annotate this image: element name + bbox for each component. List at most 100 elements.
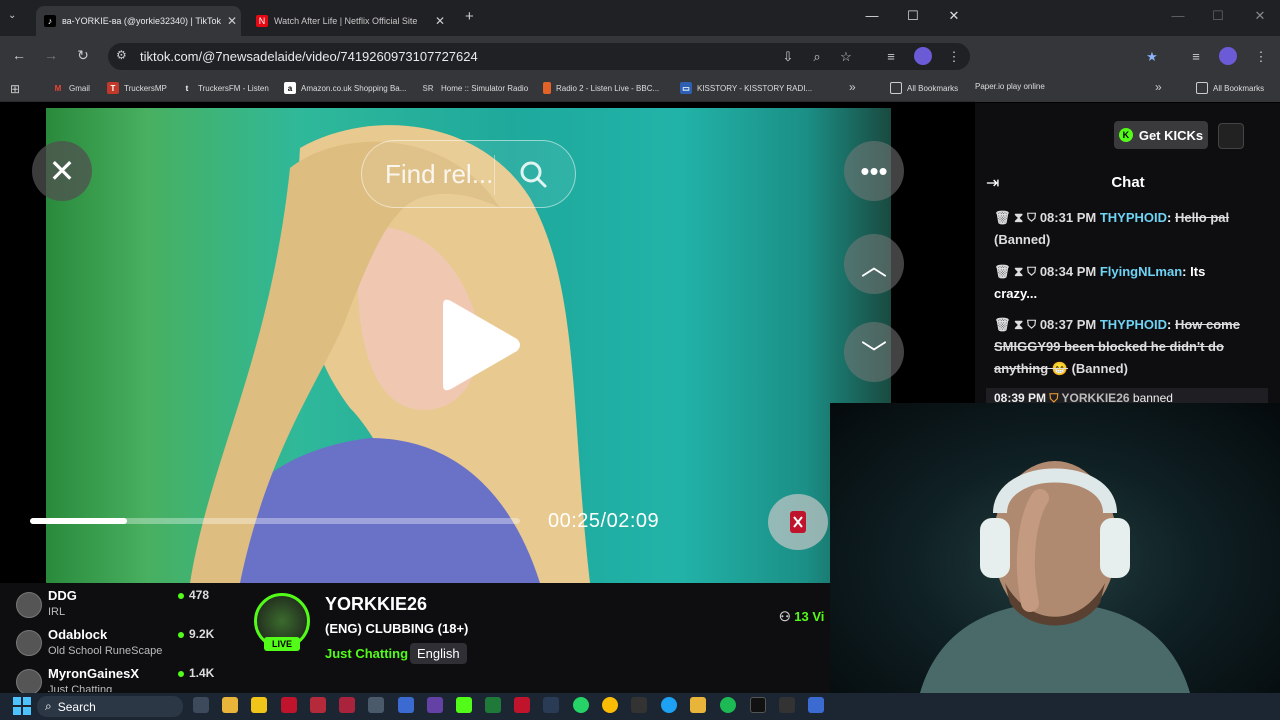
second-media-control-icon[interactable]: ≡ <box>1188 49 1204 64</box>
back-icon[interactable]: ← <box>9 47 29 63</box>
site-info-icon[interactable]: ⚙ <box>116 48 127 62</box>
minimize-button[interactable]: — <box>862 8 882 23</box>
taskbar-app-icon[interactable] <box>339 697 355 713</box>
taskbar-app-icon[interactable] <box>281 697 297 713</box>
task-view-icon[interactable] <box>193 697 209 713</box>
user-avatar[interactable] <box>1218 123 1244 149</box>
bookmark-gmail[interactable]: M Gmail <box>52 82 90 94</box>
taskbar-app-icon[interactable] <box>398 697 414 713</box>
close-tab-icon[interactable]: ✕ <box>227 14 237 28</box>
maximize-button[interactable]: ☐ <box>903 8 923 24</box>
delete-icon[interactable]: 🗑 ⧗ ⛉ <box>994 264 1036 279</box>
more-bookmarks-icon[interactable]: » <box>849 80 856 94</box>
second-minimize-button[interactable]: — <box>1168 8 1188 23</box>
windows-start-icon[interactable] <box>13 697 31 715</box>
language-tag[interactable]: English <box>410 643 467 664</box>
second-all-bookmarks-folder[interactable]: All Bookmarks <box>1196 82 1264 94</box>
recommended-channel[interactable]: Odablock Old School RuneScape <box>48 627 162 657</box>
simulator-radio-icon: SR <box>422 83 434 93</box>
close-window-button[interactable]: ✕ <box>944 8 964 24</box>
channel-name[interactable]: YORKKIE26 <box>325 594 427 615</box>
bbc-icon <box>543 82 551 94</box>
second-bookmark-star-icon[interactable]: ★ <box>1144 49 1160 65</box>
tab-netflix[interactable]: N Watch After Life | Netflix Official Si… <box>248 6 453 36</box>
taskbar-app-icon[interactable] <box>514 697 530 713</box>
second-maximize-button[interactable]: ☐ <box>1208 8 1228 24</box>
taskbar-app-icon[interactable] <box>779 697 795 713</box>
chat-message[interactable]: 🗑 ⧗ ⛉ 08:37 PM THYPHOID: How come SMIGGY… <box>994 314 1249 380</box>
taskbar-app-icon[interactable] <box>485 697 501 713</box>
edge-icon[interactable] <box>661 697 677 713</box>
taskbar-app-icon[interactable] <box>808 697 824 713</box>
chrome-icon[interactable] <box>602 697 618 713</box>
tab-tiktok[interactable]: ♪ ва-YORKIE-ва (@yorkie32340) | TikTok ✕ <box>36 6 241 36</box>
taskbar-search[interactable]: ⌕ Search <box>37 696 183 717</box>
new-tab-button[interactable]: + <box>465 8 474 25</box>
second-more-bookmarks-icon[interactable]: » <box>1155 80 1162 94</box>
bookmark-kisstory[interactable]: ▭ KISSTORY - KISSTORY RADI... <box>680 82 812 94</box>
tiktok-taskbar-icon[interactable] <box>750 697 766 713</box>
find-related-text[interactable]: Find rel... <box>385 159 493 190</box>
chat-message[interactable]: 🗑 ⧗ ⛉ 08:34 PM FlyingNLman: Its crazy... <box>994 261 1249 305</box>
steam-icon[interactable] <box>543 697 559 713</box>
search-icon: ⌕ <box>45 699 52 713</box>
all-bookmarks-folder[interactable]: All Bookmarks <box>890 82 958 94</box>
zoom-icon[interactable]: ⌕ <box>809 49 825 65</box>
chat-message[interactable]: 🗑 ⧗ ⛉ 08:31 PM THYPHOID: Hello pal (Bann… <box>994 207 1249 251</box>
kick-icon[interactable] <box>456 697 472 713</box>
whatsapp-icon[interactable] <box>573 697 589 713</box>
taskbar-app-icon[interactable] <box>690 697 706 713</box>
folder-icon <box>1196 82 1208 94</box>
forward-icon[interactable]: → <box>41 47 61 63</box>
file-explorer-icon[interactable] <box>222 697 238 713</box>
delete-icon[interactable]: 🗑 ⧗ ⛉ <box>994 317 1036 332</box>
bookmark-bbc-radio[interactable]: Radio 2 - Listen Live - BBC... <box>543 82 659 94</box>
bookmark-amazon[interactable]: a Amazon.co.uk Shopping Ba... <box>284 82 406 94</box>
recommended-channel[interactable]: DDG IRL <box>48 588 77 618</box>
close-tab-icon[interactable]: ✕ <box>435 14 445 28</box>
bookmark-paperio[interactable]: Paper.io play online <box>975 82 1045 91</box>
media-control-icon[interactable]: ≡ <box>883 49 899 64</box>
bookmark-simulator-radio[interactable]: SR Home :: Simulator Radio <box>420 82 528 94</box>
message-user[interactable]: FlyingNLman <box>1100 264 1182 279</box>
profile-avatar[interactable] <box>914 47 932 65</box>
avatar[interactable] <box>16 592 42 618</box>
apps-grid-icon[interactable]: ⊞ <box>10 82 20 96</box>
get-kicks-button[interactable]: K Get KICKs <box>1114 121 1208 149</box>
play-icon[interactable] <box>425 295 525 395</box>
message-time: 08:37 PM <box>1039 317 1097 332</box>
second-close-button[interactable]: ✕ <box>1250 8 1270 24</box>
reload-icon[interactable]: ↻ <box>73 47 93 64</box>
install-app-icon[interactable]: ⇩ <box>780 49 796 65</box>
url-text[interactable]: tiktok.com/@7newsadelaide/video/74192609… <box>140 49 478 64</box>
message-user[interactable]: THYPHOID <box>1100 210 1167 225</box>
taskbar-app-icon[interactable] <box>310 697 326 713</box>
taskbar-app-icon[interactable] <box>251 697 267 713</box>
recommended-channel[interactable]: MyronGainesX Just Chatting <box>48 666 139 692</box>
viewer-count: 1.4K <box>178 666 214 680</box>
next-video-button[interactable]: ﹀ <box>844 322 904 382</box>
avatar[interactable] <box>16 669 42 695</box>
bookmark-truckersmp[interactable]: T TruckersMP <box>107 82 167 94</box>
second-profile-avatar[interactable] <box>1219 47 1237 65</box>
message-user[interactable]: THYPHOID <box>1100 317 1167 332</box>
menu-dots-icon[interactable]: ⋮ <box>946 49 962 65</box>
taskbar-app-icon[interactable] <box>368 697 384 713</box>
search-icon[interactable] <box>518 159 548 189</box>
stream-category[interactable]: Just Chatting <box>325 646 408 661</box>
more-options-button[interactable]: ••• <box>844 141 904 201</box>
taskbar-app-icon[interactable] <box>631 697 647 713</box>
bookmark-truckersfm[interactable]: t TruckersFM - Listen <box>181 82 269 94</box>
webcam-overlay <box>830 403 1280 693</box>
mute-icon[interactable] <box>768 494 828 550</box>
close-video-button[interactable]: ✕ <box>32 141 92 201</box>
twitch-icon[interactable] <box>427 697 443 713</box>
bookmark-star-icon[interactable]: ☆ <box>838 49 854 65</box>
delete-icon[interactable]: 🗑 ⧗ ⛉ <box>994 210 1036 225</box>
tab-search-icon[interactable]: ⌄ <box>8 10 16 21</box>
second-menu-dots-icon[interactable]: ⋮ <box>1253 49 1269 65</box>
collapse-chat-icon[interactable]: ⇥ <box>986 173 999 193</box>
previous-video-button[interactable]: ︿ <box>844 234 904 294</box>
spotify-icon[interactable] <box>720 697 736 713</box>
avatar[interactable] <box>16 630 42 656</box>
